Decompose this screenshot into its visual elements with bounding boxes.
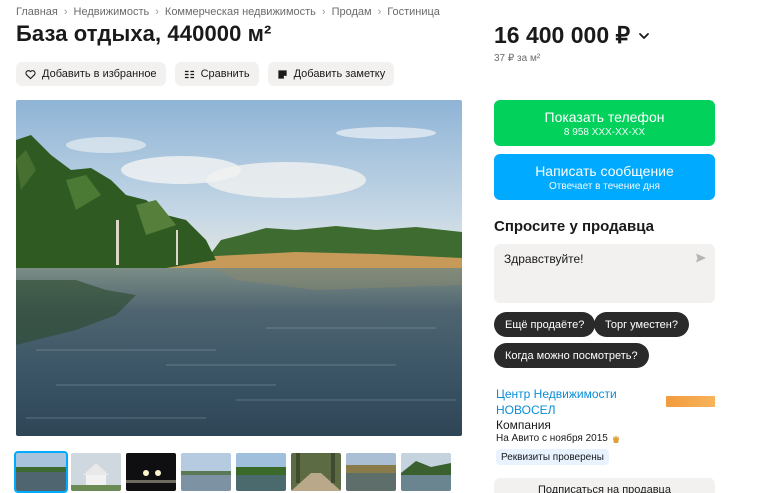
verified-badge: Реквизиты проверены: [496, 449, 609, 465]
heart-icon: [25, 69, 36, 79]
price-value: 16 400 000 ₽: [494, 22, 631, 48]
breadcrumb-commercial[interactable]: Коммерческая недвижимость: [165, 6, 316, 18]
response-time: Отвечает в течение дня: [549, 180, 660, 192]
breadcrumb-realty[interactable]: Недвижимость: [74, 6, 150, 18]
page-title: База отдыха, 440000 м²: [16, 21, 272, 46]
add-note-button[interactable]: Добавить заметку: [267, 62, 395, 86]
main-photo[interactable]: [16, 100, 462, 436]
seller-name-line: Центр Недвижимости: [496, 387, 617, 401]
thumbnail[interactable]: [291, 453, 341, 491]
breadcrumb-sell[interactable]: Продам: [332, 6, 372, 18]
thumbnail[interactable]: [181, 453, 231, 491]
breadcrumb-home[interactable]: Главная: [16, 6, 58, 18]
phone-number: 8 958 XXX-XX-XX: [563, 126, 646, 138]
compare-button[interactable]: Сравнить: [174, 62, 259, 86]
breadcrumb-separator: ›: [377, 6, 382, 18]
quick-question-chip[interactable]: Когда можно посмотреть?: [494, 343, 649, 368]
add-favorite-label: Добавить в избранное: [42, 68, 157, 80]
ask-seller-title: Спросите у продавца: [494, 218, 654, 235]
seller-since: На Авито с ноября 2015: [496, 433, 621, 444]
breadcrumb-separator: ›: [155, 6, 159, 18]
write-message-button[interactable]: Написать сообщение Отвечает в течение дн…: [494, 154, 715, 200]
chevron-down-icon[interactable]: [638, 30, 650, 42]
note-icon: [277, 69, 287, 79]
lake-photo: [16, 100, 462, 436]
breadcrumb-hotel[interactable]: Гостиница: [387, 6, 440, 18]
seller-name-line: НОВОСЕЛ: [496, 403, 556, 417]
show-phone-label: Показать телефон: [544, 108, 665, 125]
ask-seller-input[interactable]: Здравствуйте!: [494, 244, 715, 303]
quick-question-chip[interactable]: Торг уместен?: [594, 312, 689, 337]
send-icon[interactable]: [695, 252, 707, 264]
seller-logo[interactable]: [666, 396, 715, 407]
add-favorite-button[interactable]: Добавить в избранное: [16, 62, 166, 86]
seller-name-link[interactable]: Центр Недвижимости НОВОСЕЛ: [496, 386, 617, 418]
seller-type: Компания: [496, 418, 551, 432]
subscribe-seller-button[interactable]: Подписаться на продавца: [494, 478, 715, 493]
ask-seller-input-value: Здравствуйте!: [504, 252, 584, 266]
thumbnail-strip: [14, 451, 451, 493]
thumbnail[interactable]: [14, 451, 68, 493]
write-message-label: Написать сообщение: [535, 162, 674, 179]
quick-question-chip[interactable]: Ещё продаёте?: [494, 312, 596, 337]
seller-since-text: На Авито с ноября 2015: [496, 433, 608, 444]
price: 16 400 000 ₽: [494, 22, 650, 49]
thumbnail[interactable]: [401, 453, 451, 491]
compare-icon: [184, 70, 194, 78]
compare-label: Сравнить: [200, 68, 250, 80]
breadcrumb-separator: ›: [63, 6, 68, 18]
thumbnail[interactable]: [346, 453, 396, 491]
show-phone-button[interactable]: Показать телефон 8 958 XXX-XX-XX: [494, 100, 715, 146]
breadcrumb-separator: ›: [321, 6, 326, 18]
price-per-unit: 37 ₽ за м²: [494, 53, 541, 64]
thumbnail[interactable]: [71, 453, 121, 491]
add-note-label: Добавить заметку: [293, 68, 386, 80]
thumbnail[interactable]: [126, 453, 176, 491]
thumbnail[interactable]: [236, 453, 286, 491]
listing-actions: Добавить в избранное Сравнить Добавить з…: [16, 62, 395, 86]
hand-icon: [612, 434, 619, 443]
breadcrumb: Главная › Недвижимость › Коммерческая не…: [16, 6, 440, 18]
